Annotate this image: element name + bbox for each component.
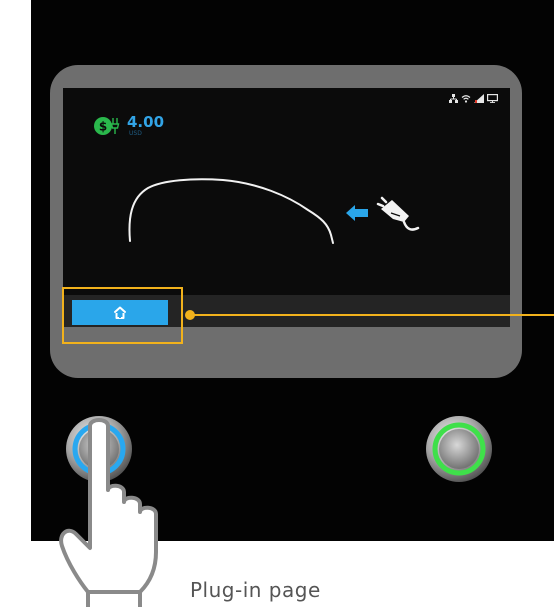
- page-caption: Plug-in page: [190, 578, 321, 602]
- home-button-highlight: [62, 287, 183, 344]
- callout-dot: [185, 310, 195, 320]
- callout-line: [190, 314, 554, 316]
- arrow-left-icon: [346, 205, 368, 221]
- right-hardware-button[interactable]: [424, 414, 494, 484]
- car-outline-icon: [128, 178, 334, 244]
- pointing-hand-icon: [59, 418, 158, 607]
- charging-plug-icon: [376, 196, 420, 231]
